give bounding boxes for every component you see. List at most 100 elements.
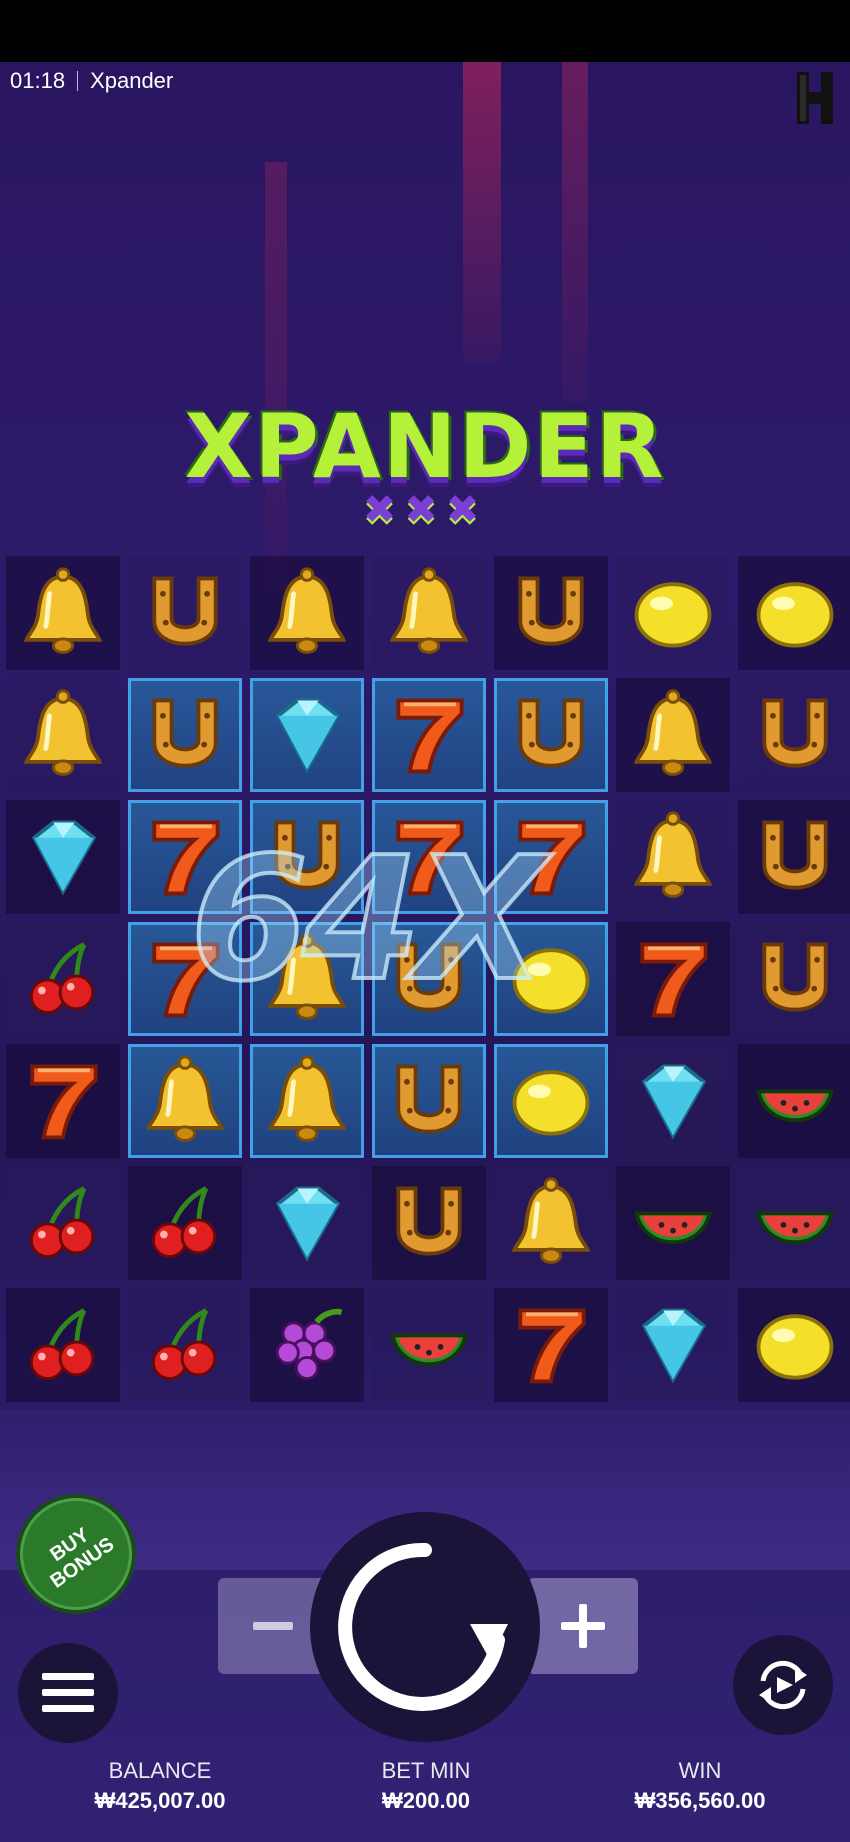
clock: 01:18 — [10, 68, 66, 93]
bell-symbol-icon — [389, 567, 469, 654]
reel-cell — [494, 556, 608, 670]
autoplay-button[interactable] — [733, 1635, 833, 1735]
reel-cell — [738, 678, 850, 792]
watermelon-symbol-icon — [756, 1089, 834, 1123]
horseshoe-symbol-icon — [762, 820, 828, 890]
reel-cell — [738, 1044, 850, 1158]
buy-bonus-button[interactable]: BUY BONUS — [20, 1498, 132, 1610]
seven-symbol-icon — [30, 1064, 98, 1140]
minus-icon — [253, 1622, 293, 1630]
reel-cell — [6, 800, 120, 914]
reel-cell — [6, 922, 120, 1036]
reel-cell — [128, 1044, 242, 1158]
watermelon-symbol-icon — [756, 1211, 834, 1245]
reel-cell — [738, 922, 850, 1036]
horseshoe-symbol-icon — [396, 1186, 462, 1256]
reel-cell — [494, 678, 608, 792]
balance-label: BALANCE — [108, 1758, 212, 1783]
bell-symbol-icon — [145, 1055, 225, 1142]
reel-cell — [250, 1288, 364, 1402]
win-display: WIN ₩356,560.00 — [560, 1758, 840, 1814]
reel-cell — [494, 1288, 608, 1402]
reel-cell — [128, 1166, 242, 1280]
diamond-symbol-icon — [641, 1064, 707, 1140]
reel-cell — [250, 1044, 364, 1158]
bet-value: ₩200.00 — [381, 1788, 471, 1813]
horseshoe-symbol-icon — [152, 576, 218, 646]
lemon-symbol-icon — [756, 582, 834, 648]
logo-title: XPANDER — [184, 395, 666, 498]
reel-cell — [372, 1166, 486, 1280]
reel-cell — [616, 678, 730, 792]
multiplier-overlay: 64X — [188, 821, 548, 1019]
plus-icon — [561, 1604, 605, 1648]
win-label: WIN — [678, 1758, 722, 1783]
reel-cell — [372, 556, 486, 670]
game-logo: XPANDER ✖✖✖ — [165, 395, 685, 535]
increase-bet-button[interactable] — [528, 1578, 638, 1674]
reel-cell — [616, 556, 730, 670]
lemon-symbol-icon — [634, 582, 712, 648]
bell-symbol-icon — [267, 1055, 347, 1142]
diamond-symbol-icon — [275, 698, 341, 774]
watermelon-symbol-icon — [390, 1333, 468, 1367]
logo-x-marks: ✖✖✖ — [362, 487, 488, 533]
win-value: ₩356,560.00 — [634, 1788, 766, 1813]
seven-symbol-icon — [396, 698, 464, 774]
status-line: 01:18 Xpander — [10, 68, 173, 94]
reel-cell — [616, 1044, 730, 1158]
seven-symbol-icon — [640, 942, 708, 1018]
lemon-symbol-icon — [756, 1314, 834, 1380]
horseshoe-symbol-icon — [762, 942, 828, 1012]
reel-cell — [616, 922, 730, 1036]
bell-symbol-icon — [267, 567, 347, 654]
horseshoe-symbol-icon — [518, 698, 584, 768]
cherry-symbol-icon — [151, 1308, 217, 1381]
diamond-symbol-icon — [641, 1308, 707, 1384]
reel-cell — [738, 1166, 850, 1280]
reel-cell — [6, 1288, 120, 1402]
bell-symbol-icon — [23, 689, 103, 776]
reel-cell — [250, 1166, 364, 1280]
cherry-symbol-icon — [29, 1186, 95, 1259]
seven-symbol-icon — [518, 1308, 586, 1384]
reel-cell — [250, 678, 364, 792]
bet-display: BET MIN ₩200.00 — [286, 1758, 566, 1814]
divider — [77, 71, 79, 91]
bell-symbol-icon — [511, 1177, 591, 1264]
reel-cell — [372, 678, 486, 792]
reel-cell — [616, 1288, 730, 1402]
grape-symbol-icon — [275, 1308, 343, 1381]
reel-cell — [494, 1166, 608, 1280]
bell-symbol-icon — [633, 689, 713, 776]
bell-symbol-icon — [23, 567, 103, 654]
bell-symbol-icon — [633, 811, 713, 898]
horseshoe-symbol-icon — [396, 1064, 462, 1134]
reel-cell — [6, 678, 120, 792]
reel-cell — [6, 556, 120, 670]
game-title: Xpander — [90, 68, 174, 93]
reel-cell — [6, 1166, 120, 1280]
provider-logo-icon — [797, 72, 833, 124]
reel-cell — [6, 1044, 120, 1158]
reel-cell — [128, 678, 242, 792]
reel-cell — [738, 800, 850, 914]
reel-cell — [738, 556, 850, 670]
bet-label: BET MIN — [381, 1758, 471, 1783]
cherry-symbol-icon — [29, 1308, 95, 1381]
diamond-symbol-icon — [31, 820, 97, 896]
reel-cell — [494, 1044, 608, 1158]
spin-button[interactable] — [310, 1512, 540, 1742]
menu-button[interactable] — [18, 1643, 118, 1743]
reel-cell — [372, 1288, 486, 1402]
lemon-symbol-icon — [512, 1070, 590, 1136]
spin-icon — [338, 1542, 508, 1711]
diamond-symbol-icon — [275, 1186, 341, 1262]
horseshoe-symbol-icon — [762, 698, 828, 768]
reel-cell — [250, 556, 364, 670]
balance-display: BALANCE ₩425,007.00 — [20, 1758, 300, 1814]
watermelon-symbol-icon — [634, 1211, 712, 1245]
horseshoe-symbol-icon — [152, 698, 218, 768]
reel-cell — [128, 556, 242, 670]
reel-cell — [616, 800, 730, 914]
